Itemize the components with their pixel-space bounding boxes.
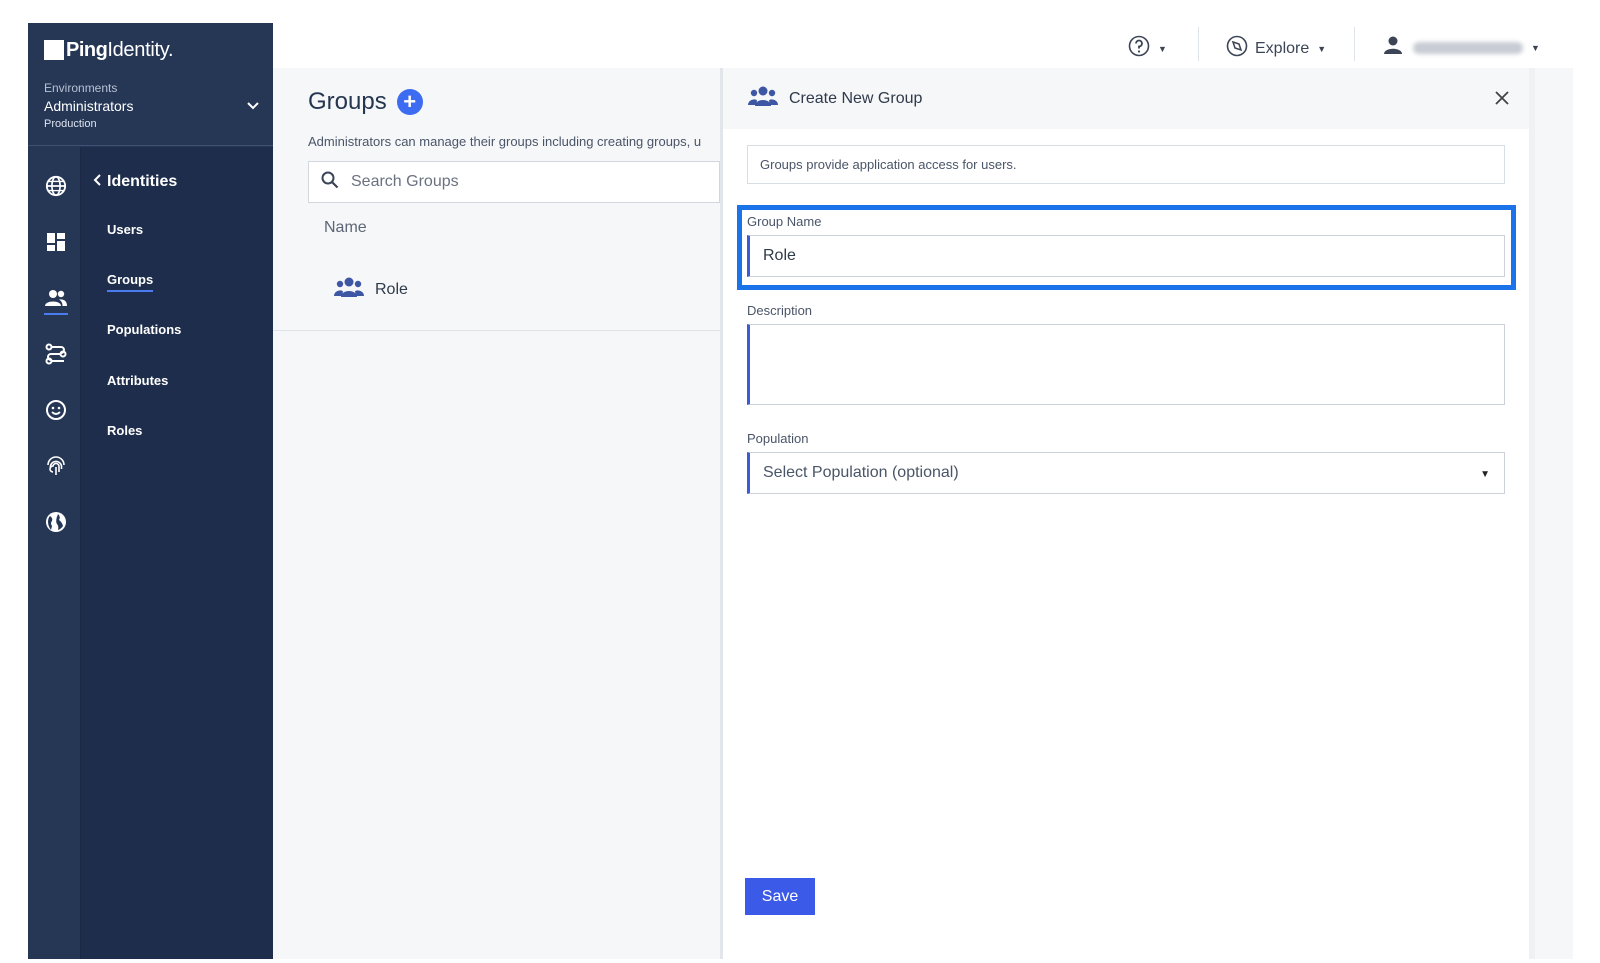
icon-rail (28, 147, 81, 959)
logo-text-light: Identity. (107, 38, 174, 61)
chevron-left-icon (93, 173, 101, 191)
search-icon (321, 171, 339, 194)
groups-page: Groups + Administrators can manage their… (273, 68, 720, 959)
divider (28, 145, 273, 146)
search-box[interactable] (308, 161, 720, 203)
caret-down-icon: ▼ (1480, 469, 1490, 480)
column-header-name[interactable]: Name (324, 219, 367, 237)
compass-icon (1226, 35, 1248, 62)
close-icon[interactable] (1495, 85, 1509, 111)
divider (1198, 27, 1199, 61)
experiences-icon[interactable] (43, 397, 69, 423)
divider (1354, 27, 1355, 61)
group-name-label: Group Name (747, 214, 822, 229)
logo-text-bold: Ping (66, 38, 108, 61)
page-description: Administrators can manage their groups i… (308, 134, 702, 149)
group-name-field[interactable]: Role (747, 235, 1505, 277)
app-frame: Ping Identity. Environments Administrato… (28, 23, 1573, 959)
info-message: Groups provide application access for us… (747, 145, 1505, 184)
scrollbar[interactable] (1529, 68, 1535, 959)
explore-label: Explore (1255, 39, 1310, 57)
environment-type: Production (44, 118, 97, 130)
back-to-identities[interactable]: Identities (93, 173, 177, 191)
group-name: Role (375, 280, 408, 298)
explore-menu[interactable]: Explore ▼ (1226, 35, 1326, 62)
caret-down-icon: ▼ (1317, 43, 1327, 54)
group-icon (747, 85, 779, 112)
user-menu[interactable]: ▼ (1383, 35, 1540, 60)
connections-icon[interactable] (43, 341, 69, 367)
add-group-button[interactable]: + (396, 89, 423, 115)
drawer-title: Create New Group (789, 89, 923, 107)
drawer-header: Create New Group (723, 68, 1535, 129)
help-menu[interactable]: ▼ (1128, 35, 1167, 62)
subnav-item-attributes[interactable]: Attributes (107, 373, 168, 388)
environment-name: Administrators (44, 98, 134, 114)
population-select[interactable]: Select Population (optional) ▼ (747, 452, 1505, 494)
identities-subnav: Identities Users Groups Populations Attr… (81, 147, 273, 959)
logo-mark (44, 40, 64, 60)
search-input[interactable] (351, 173, 651, 191)
description-label: Description (747, 303, 813, 318)
page-title-text: Groups (308, 88, 387, 115)
world-icon[interactable] (43, 509, 69, 535)
description-field[interactable] (747, 324, 1505, 405)
save-button[interactable]: Save (745, 878, 815, 915)
globe-icon[interactable] (43, 173, 69, 199)
subnav-item-populations[interactable]: Populations (107, 322, 181, 337)
group-icon (333, 276, 365, 303)
population-select-value: Select Population (optional) (763, 464, 959, 481)
fingerprint-icon[interactable] (43, 453, 69, 479)
sidebar: Ping Identity. Environments Administrato… (28, 23, 273, 959)
user-icon (1383, 35, 1403, 60)
chevron-down-icon (247, 99, 259, 113)
environment-label: Environments (44, 81, 118, 95)
subnav-item-groups[interactable]: Groups (107, 272, 154, 292)
create-group-drawer: Create New Group Groups provide applicat… (720, 68, 1535, 959)
dashboard-icon[interactable] (43, 229, 69, 255)
table-row[interactable]: Role (333, 276, 408, 303)
identities-icon[interactable] (43, 285, 69, 311)
user-name-redacted (1413, 41, 1523, 54)
environment-selector[interactable]: Environments Administrators Production (44, 81, 259, 130)
help-icon (1128, 35, 1150, 62)
active-indicator (44, 313, 68, 315)
subnav-item-roles[interactable]: Roles (107, 423, 142, 438)
ping-identity-logo[interactable]: Ping Identity. (44, 37, 174, 63)
page-title: Groups + (308, 88, 423, 116)
population-label: Population (747, 431, 809, 446)
top-bar: ▼ Explore ▼ ▼ (273, 23, 1573, 68)
caret-down-icon: ▼ (1531, 42, 1540, 53)
caret-down-icon: ▼ (1158, 43, 1167, 54)
subnav-title: Identities (107, 173, 178, 190)
subnav-item-users[interactable]: Users (107, 222, 143, 237)
divider (273, 330, 720, 331)
